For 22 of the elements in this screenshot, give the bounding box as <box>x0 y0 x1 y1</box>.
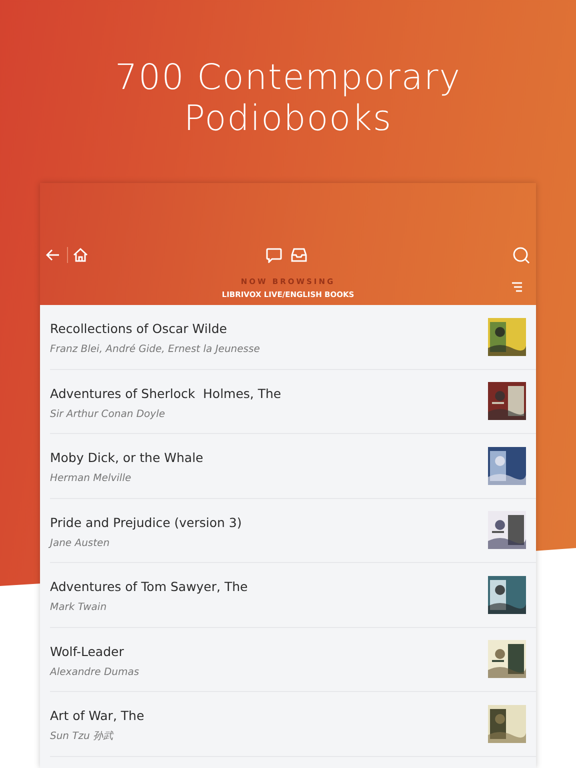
book-author: Alexandre Dumas <box>50 666 140 678</box>
sort-icon[interactable] <box>512 282 522 292</box>
book-title[interactable]: Recollections of Oscar Wilde <box>50 321 227 336</box>
book-title[interactable]: Art of War, The <box>50 708 144 724</box>
book-author: Herman Melville <box>50 473 132 484</box>
headline: Podiobooks <box>184 99 392 139</box>
inbox-icon[interactable] <box>291 248 307 263</box>
book-title[interactable]: Wolf-Leader <box>50 644 124 659</box>
book-author: Mark Twain <box>50 602 107 614</box>
book-author: Franz Blei, André Gide, Ernest la Jeunesse <box>50 344 260 356</box>
book-author: Jane Austen <box>50 538 110 549</box>
chat-icon[interactable] <box>266 248 282 263</box>
book-title[interactable]: Adventures of Tom Sawyer, The <box>50 579 248 594</box>
book-title[interactable]: Pride and Prejudice (version 3) <box>50 514 242 530</box>
book-title[interactable]: Moby Dick, or the Whale <box>50 450 204 466</box>
home-icon[interactable] <box>73 248 88 262</box>
book-author: Sir Arthur Conan Doyle <box>50 408 166 420</box>
book-author: Sun Tzu 孙武 <box>50 731 114 742</box>
book-title[interactable]: Adventures of Sherlock Holmes, The <box>50 386 282 401</box>
headline: 700 Contemporary <box>115 58 461 98</box>
search-icon[interactable] <box>513 247 530 264</box>
back-icon[interactable] <box>46 249 60 261</box>
